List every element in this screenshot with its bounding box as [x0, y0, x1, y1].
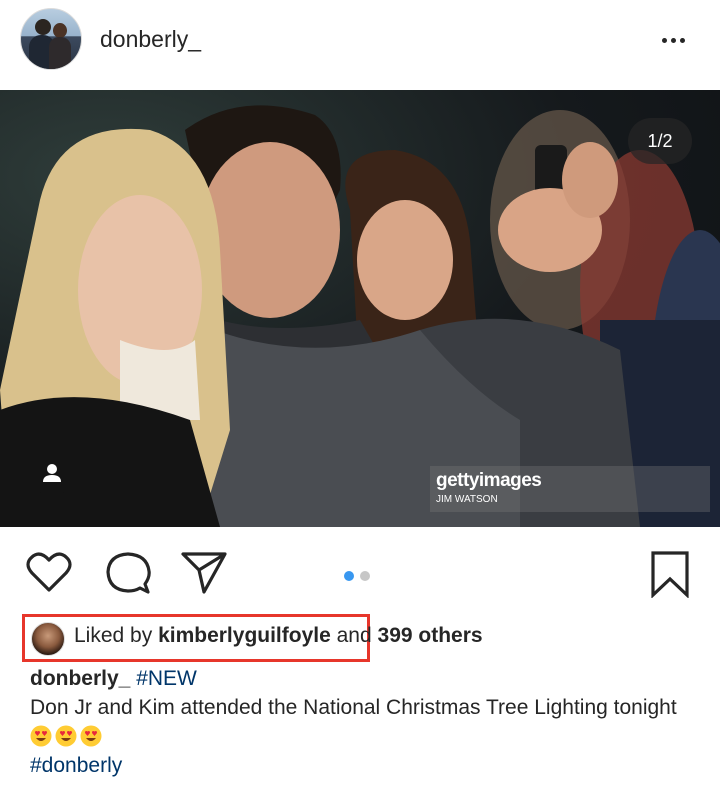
post-username[interactable]: donberly_	[100, 26, 201, 53]
caption-text: Don Jr and Kim attended the National Chr…	[30, 696, 677, 719]
profile-avatar[interactable]	[20, 8, 82, 70]
likes-summary[interactable]: Liked by kimberlyguilfoyle and 399 other…	[74, 624, 483, 648]
liker-avatar[interactable]	[31, 622, 65, 656]
action-bar	[0, 540, 720, 604]
caption-hashtag-link[interactable]: #donberly	[30, 754, 122, 777]
carousel-dot-active	[344, 571, 354, 581]
heart-eyes-emoji-icon	[55, 725, 77, 747]
more-options-icon[interactable]	[662, 30, 692, 46]
post-header: donberly_	[0, 0, 720, 88]
carousel-dot	[360, 571, 370, 581]
comment-bubble-icon[interactable]	[104, 550, 152, 596]
carousel-dots	[344, 568, 376, 586]
likes-others-count[interactable]: 399 others	[378, 624, 483, 647]
share-send-icon[interactable]	[180, 550, 228, 594]
post-photo[interactable]: gettyimages JIM WATSON	[0, 90, 720, 527]
heart-eyes-emoji-icon	[80, 725, 102, 747]
caption-tag-link[interactable]: #NEW	[136, 667, 197, 690]
bookmark-save-icon[interactable]	[650, 550, 690, 598]
liker-username[interactable]: kimberlyguilfoyle	[158, 624, 331, 647]
like-heart-icon[interactable]	[26, 550, 72, 594]
caption-username[interactable]: donberly_	[30, 667, 130, 690]
getty-watermark: gettyimages JIM WATSON	[430, 466, 710, 512]
user-tag-icon[interactable]	[30, 452, 74, 496]
post-caption: donberly_ #NEW Don Jr and Kim attended t…	[30, 664, 700, 780]
carousel-page-indicator: 1/2	[628, 118, 692, 164]
heart-eyes-emoji-icon	[30, 725, 52, 747]
